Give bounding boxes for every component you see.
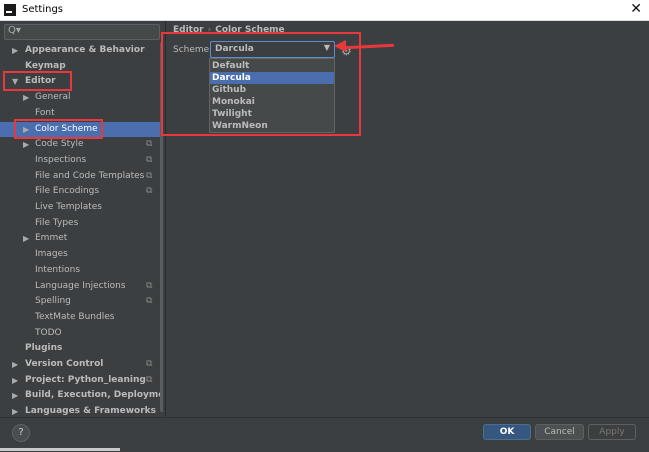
window-title: Settings — [22, 4, 64, 15]
sidebar-item-label: Build, Execution, Deployment — [25, 390, 163, 401]
sidebar-item-label: Spelling — [35, 296, 71, 307]
sidebar-item-version-control[interactable]: ▶ Version Control ⧉ — [0, 357, 163, 372]
apply-button[interactable]: Apply — [588, 424, 636, 440]
sidebar-item-general[interactable]: ▶ General — [0, 90, 163, 105]
help-button[interactable]: ? — [12, 424, 30, 442]
chevron-right-icon[interactable]: ▶ — [23, 231, 29, 246]
sidebar-item-label: General — [35, 92, 71, 103]
sidebar-item-label: TODO — [35, 327, 62, 338]
sidebar-item-label: Emmet — [35, 233, 68, 244]
sidebar-item-intentions[interactable]: Intentions — [0, 263, 163, 278]
sidebar-item-project-python-leaning[interactable]: ▶ Project: Python_leaning ⧉ — [0, 373, 163, 388]
chevron-right-icon[interactable]: ▶ — [12, 357, 18, 372]
sidebar-item-inspections[interactable]: Inspections ⧉ — [0, 153, 163, 168]
sidebar-item-label: Inspections — [35, 154, 87, 165]
sidebar-item-label: Intentions — [35, 264, 81, 275]
chevron-right-icon[interactable]: ▶ — [12, 388, 18, 403]
close-icon[interactable]: ✕ — [630, 1, 642, 17]
project-scope-icon: ⧉ — [146, 374, 153, 385]
sidebar-item-languages-frameworks[interactable]: ▶ Languages & Frameworks — [0, 404, 163, 417]
sidebar-item-label: Language Injections — [35, 280, 126, 291]
sidebar-item-live-templates[interactable]: Live Templates — [0, 200, 163, 215]
search-icon: Q▾ — [8, 25, 21, 36]
sidebar-item-emmet[interactable]: ▶ Emmet — [0, 231, 163, 246]
project-scope-icon: ⧉ — [146, 186, 153, 197]
sidebar-item-code-style[interactable]: ▶ Code Style ⧉ — [0, 137, 163, 152]
sidebar-item-label: Code Style — [35, 139, 84, 150]
search-input[interactable]: Q▾ — [4, 24, 160, 40]
sidebar-item-label: File and Code Templates — [35, 170, 145, 181]
sidebar-item-appearance-behavior[interactable]: ▶ Appearance & Behavior — [0, 43, 163, 58]
sidebar-item-label: Version Control — [25, 359, 104, 369]
sidebar-item-spelling[interactable]: Spelling ⧉ — [0, 294, 163, 309]
sidebar-item-label: Plugins — [25, 343, 63, 354]
chevron-right-icon[interactable]: ▶ — [12, 43, 18, 58]
sidebar-item-images[interactable]: Images — [0, 247, 163, 262]
sidebar-item-label: File Types — [35, 217, 79, 228]
project-scope-icon: ⧉ — [146, 359, 153, 369]
cancel-button[interactable]: Cancel — [535, 424, 584, 440]
sidebar-item-label: File Encodings — [35, 186, 100, 197]
annotation-box-editor — [3, 71, 72, 91]
annotation-arrow-head — [334, 40, 346, 52]
sidebar-item-label: Appearance & Behavior — [25, 45, 145, 55]
sidebar-item-file-and-code-templates[interactable]: File and Code Templates ⧉ — [0, 169, 163, 184]
sidebar-item-textmate-bundles[interactable]: TextMate Bundles — [0, 310, 163, 325]
sidebar-item-label: Live Templates — [35, 202, 102, 212]
sidebar-item-plugins[interactable]: Plugins — [0, 341, 163, 356]
sidebar-item-language-injections[interactable]: Language Injections ⧉ — [0, 279, 163, 294]
sidebar-item-build-execution-deployment[interactable]: ▶ Build, Execution, Deployment — [0, 388, 163, 403]
project-scope-icon: ⧉ — [146, 139, 153, 150]
ok-button[interactable]: OK — [483, 424, 531, 440]
sidebar-item-file-types[interactable]: File Types — [0, 216, 163, 231]
chevron-right-icon[interactable]: ▶ — [12, 373, 18, 388]
sidebar-item-label: Project: Python_leaning — [25, 374, 146, 385]
chevron-right-icon[interactable]: ▶ — [12, 404, 18, 417]
sidebar-item-file-encodings[interactable]: File Encodings ⧉ — [0, 184, 163, 199]
chevron-right-icon[interactable]: ▶ — [23, 137, 29, 152]
dialog-footer: ? OK Cancel Apply — [0, 417, 649, 452]
sidebar-item-label: Languages & Frameworks — [25, 406, 157, 417]
sidebar-item-todo[interactable]: TODO — [0, 326, 163, 341]
chevron-right-icon[interactable]: ▶ — [23, 90, 29, 105]
sidebar-item-label: Images — [35, 249, 68, 260]
project-scope-icon: ⧉ — [146, 296, 153, 307]
project-scope-icon: ⧉ — [146, 154, 153, 165]
app-icon — [4, 4, 16, 16]
title-bar: Settings ✕ — [0, 0, 649, 21]
sidebar-item-label: TextMate Bundles — [35, 311, 115, 322]
annotation-box-scheme — [161, 32, 361, 136]
annotation-box-color-scheme — [14, 119, 103, 139]
project-scope-icon: ⧉ — [146, 280, 153, 291]
project-scope-icon: ⧉ — [146, 170, 153, 181]
